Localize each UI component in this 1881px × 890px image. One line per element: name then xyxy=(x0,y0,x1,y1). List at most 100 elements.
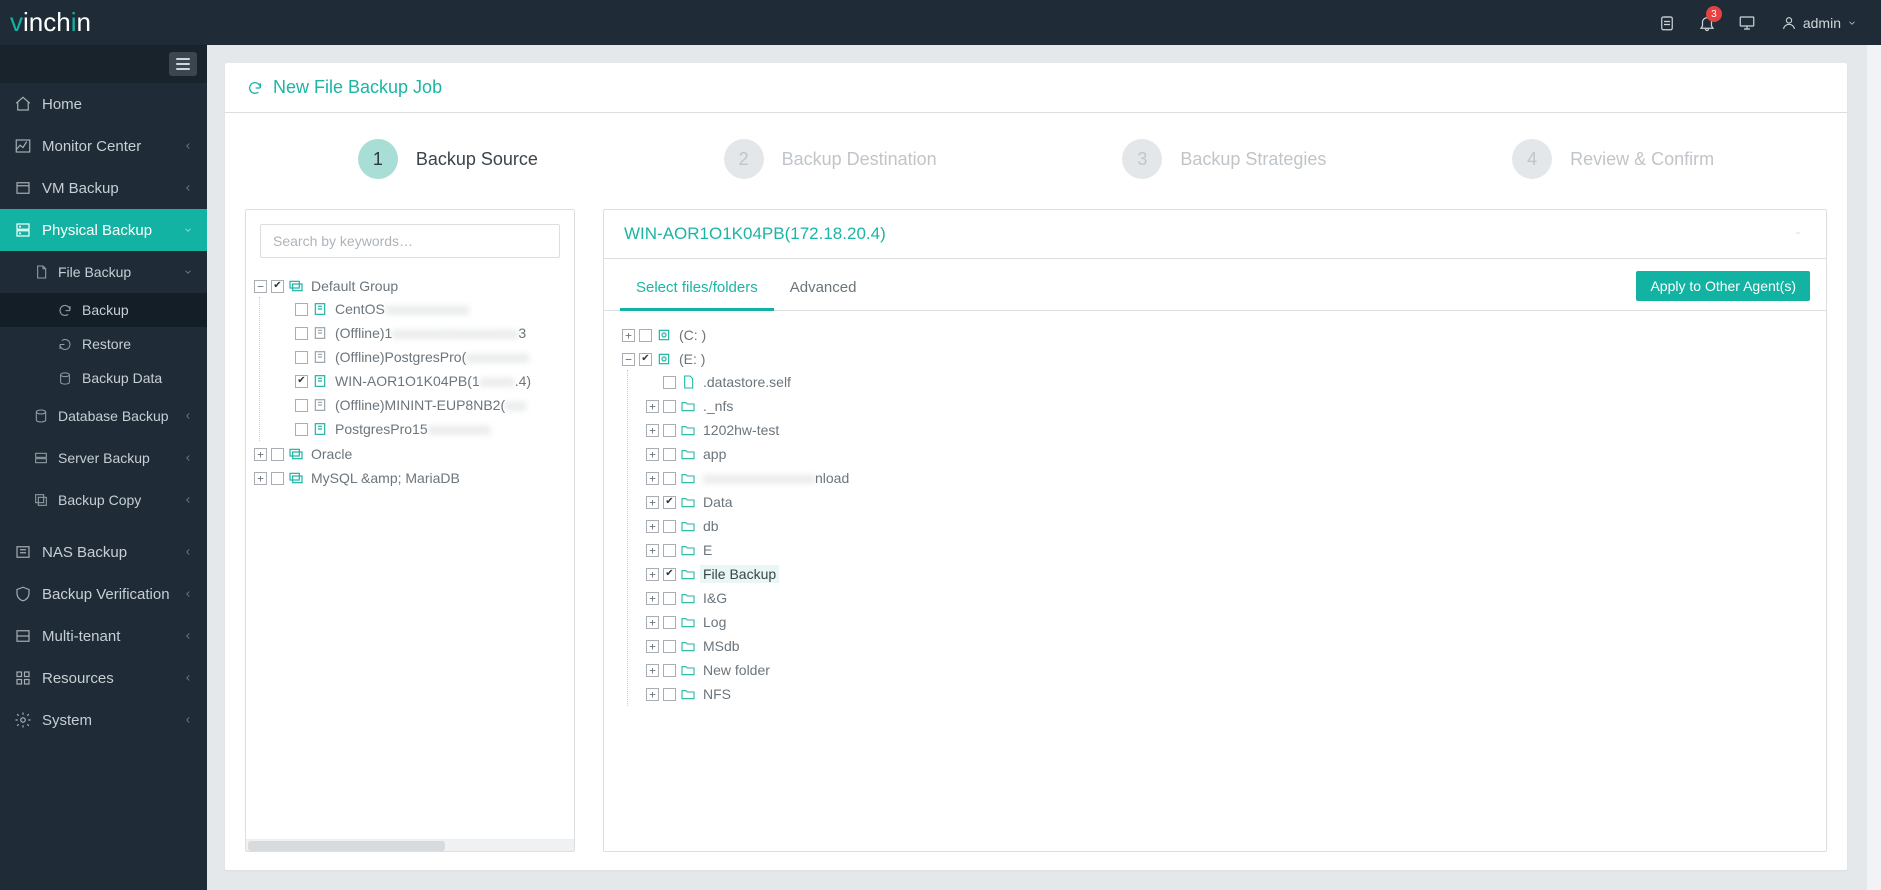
sidebar-item-vm-backup[interactable]: VM Backup xyxy=(0,167,207,209)
tree-checkbox[interactable] xyxy=(639,353,652,366)
step-3[interactable]: 3Backup Strategies xyxy=(1122,139,1326,179)
tree-label[interactable]: Oracle xyxy=(308,445,355,463)
sidebar-item-backup-data[interactable]: Backup Data xyxy=(0,361,207,395)
tree-checkbox[interactable] xyxy=(663,496,676,509)
sidebar-item-physical-backup[interactable]: Physical Backup xyxy=(0,209,207,251)
tree-toggle[interactable]: + xyxy=(646,520,659,533)
tree-checkbox[interactable] xyxy=(295,399,308,412)
tree-label[interactable]: (Offline)MININT-EUP8NB2(xxx xyxy=(332,396,529,414)
tree-checkbox[interactable] xyxy=(663,568,676,581)
step-2[interactable]: 2Backup Destination xyxy=(724,139,937,179)
search-input[interactable] xyxy=(260,224,560,258)
hamburger-button[interactable] xyxy=(169,52,197,76)
sidebar-item-backup-verification[interactable]: Backup Verification xyxy=(0,573,207,615)
collapse-icon[interactable] xyxy=(1790,225,1806,243)
tree-toggle[interactable]: + xyxy=(254,472,267,485)
tree-label[interactable]: 1202hw-test xyxy=(700,421,782,439)
tree-label[interactable]: File Backup xyxy=(700,565,779,583)
step-4[interactable]: 4Review & Confirm xyxy=(1512,139,1714,179)
tree-label[interactable]: xxxxxxxxxxxxxxxxnload xyxy=(700,469,852,487)
monitor-icon[interactable] xyxy=(1727,0,1767,45)
tree-toggle[interactable]: + xyxy=(254,448,267,461)
sidebar-item-nas-backup[interactable]: NAS Backup xyxy=(0,531,207,573)
logo[interactable]: vinchin xyxy=(10,7,91,38)
tree-label[interactable]: .datastore.self xyxy=(700,373,794,391)
tree-label[interactable]: (Offline)PostgresPro(xxxxxxxxx xyxy=(332,348,532,366)
tree-label[interactable]: Data xyxy=(700,493,736,511)
tree-checkbox[interactable] xyxy=(663,520,676,533)
tree-checkbox[interactable] xyxy=(663,400,676,413)
tree-toggle[interactable]: − xyxy=(254,280,267,293)
bell-icon[interactable]: 3 xyxy=(1687,0,1727,45)
tree-label[interactable]: New folder xyxy=(700,661,773,679)
tree-label[interactable]: (C: ) xyxy=(676,326,709,344)
sidebar-item-system[interactable]: System xyxy=(0,699,207,741)
tree-checkbox[interactable] xyxy=(663,544,676,557)
tree-checkbox[interactable] xyxy=(663,592,676,605)
tree-checkbox[interactable] xyxy=(271,472,284,485)
tree-toggle[interactable]: + xyxy=(646,664,659,677)
tree-toggle[interactable]: + xyxy=(622,329,635,342)
page-scrollbar[interactable] xyxy=(1867,45,1881,890)
tree-checkbox[interactable] xyxy=(663,472,676,485)
tree-label[interactable]: NFS xyxy=(700,685,734,703)
tree-checkbox[interactable] xyxy=(663,448,676,461)
tree-checkbox[interactable] xyxy=(295,327,308,340)
tree-checkbox[interactable] xyxy=(663,376,676,389)
tree-label[interactable]: Log xyxy=(700,613,729,631)
tree-toggle[interactable]: + xyxy=(646,568,659,581)
sidebar-item-backup-copy[interactable]: Backup Copy xyxy=(0,479,207,521)
tab-advanced[interactable]: Advanced xyxy=(774,269,873,311)
horizontal-scrollbar[interactable] xyxy=(246,839,574,851)
tab-select-files[interactable]: Select files/folders xyxy=(620,269,774,311)
tree-label[interactable]: (E: ) xyxy=(676,350,708,368)
sidebar-item-backup[interactable]: Backup xyxy=(0,293,207,327)
tree-label[interactable]: (Offline)1xxxxxxxxxxxxxxxxxx3 xyxy=(332,324,529,342)
sidebar-item-multi-tenant[interactable]: Multi-tenant xyxy=(0,615,207,657)
tree-toggle[interactable]: + xyxy=(646,400,659,413)
tree-label[interactable]: I&G xyxy=(700,589,730,607)
tree-label[interactable]: WIN-AOR1O1K04PB(1xxxxx.4) xyxy=(332,372,534,390)
tree-toggle[interactable]: − xyxy=(622,353,635,366)
tree-checkbox[interactable] xyxy=(663,616,676,629)
sidebar-item-file-backup[interactable]: File Backup xyxy=(0,251,207,293)
tree-checkbox[interactable] xyxy=(295,303,308,316)
tree-checkbox[interactable] xyxy=(295,423,308,436)
apply-to-other-agents-button[interactable]: Apply to Other Agent(s) xyxy=(1636,271,1810,301)
tree-toggle[interactable]: + xyxy=(646,448,659,461)
tree-checkbox[interactable] xyxy=(663,424,676,437)
user-menu[interactable]: admin xyxy=(1767,15,1857,31)
tree-toggle[interactable]: + xyxy=(646,544,659,557)
tree-checkbox[interactable] xyxy=(663,688,676,701)
tree-label[interactable]: E xyxy=(700,541,715,559)
sidebar-item-server-backup[interactable]: Server Backup xyxy=(0,437,207,479)
tree-label[interactable]: CentOSxxxxxxxxxxxx xyxy=(332,300,472,318)
clipboard-icon[interactable] xyxy=(1647,0,1687,45)
tree-checkbox[interactable] xyxy=(295,375,308,388)
tree-checkbox[interactable] xyxy=(663,664,676,677)
tree-checkbox[interactable] xyxy=(639,329,652,342)
tree-toggle[interactable]: + xyxy=(646,640,659,653)
tree-label[interactable]: Default Group xyxy=(308,277,401,295)
tree-checkbox[interactable] xyxy=(271,448,284,461)
tree-label[interactable]: PostgresPro15xxxxxxxxx xyxy=(332,420,494,438)
sidebar-item-resources[interactable]: Resources xyxy=(0,657,207,699)
tree-label[interactable]: MySQL &amp; MariaDB xyxy=(308,469,463,487)
tree-toggle[interactable]: + xyxy=(646,472,659,485)
tree-checkbox[interactable] xyxy=(295,351,308,364)
tree-label[interactable]: MSdb xyxy=(700,637,743,655)
tree-toggle[interactable]: + xyxy=(646,496,659,509)
sidebar-item-restore[interactable]: Restore xyxy=(0,327,207,361)
tree-checkbox[interactable] xyxy=(271,280,284,293)
sidebar-item-monitor[interactable]: Monitor Center xyxy=(0,125,207,167)
tree-label[interactable]: ._nfs xyxy=(700,397,736,415)
step-1[interactable]: 1Backup Source xyxy=(358,139,538,179)
tree-toggle[interactable]: + xyxy=(646,424,659,437)
tree-checkbox[interactable] xyxy=(663,640,676,653)
tree-label[interactable]: app xyxy=(700,445,729,463)
sidebar-item-database-backup[interactable]: Database Backup xyxy=(0,395,207,437)
tree-toggle[interactable]: + xyxy=(646,688,659,701)
tree-toggle[interactable]: + xyxy=(646,592,659,605)
tree-toggle[interactable]: + xyxy=(646,616,659,629)
sidebar-item-home[interactable]: Home xyxy=(0,83,207,125)
